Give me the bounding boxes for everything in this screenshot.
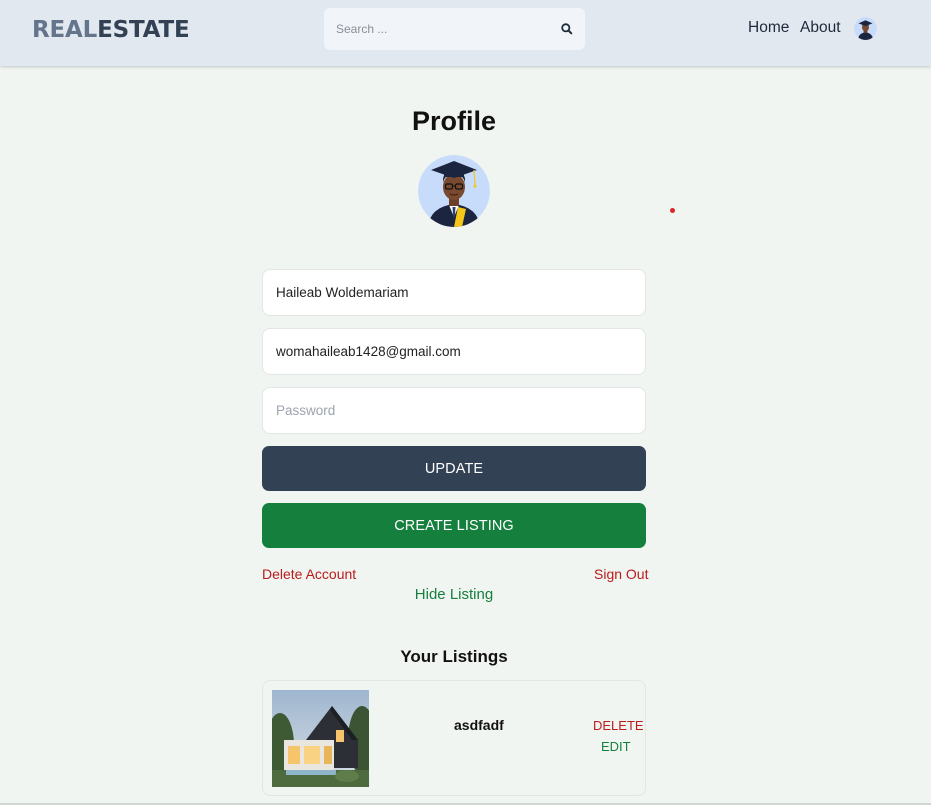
listings-title: Your Listings [400, 647, 508, 666]
listing-edit-button[interactable]: EDIT [601, 739, 631, 754]
logo-part-estate: ESTATE [97, 17, 190, 43]
search-bar [324, 8, 585, 50]
hide-listing-link[interactable]: Hide Listing [0, 586, 908, 603]
status-dot [670, 208, 675, 213]
header: REALESTATE Home About [0, 0, 931, 66]
username-field[interactable] [262, 269, 646, 316]
page-title: Profile [411, 106, 497, 136]
nav-about-link[interactable]: About [800, 19, 841, 37]
logo[interactable]: REALESTATE [32, 17, 190, 43]
profile-avatar[interactable] [418, 155, 490, 227]
password-field[interactable] [262, 387, 646, 434]
update-button[interactable]: UPDATE [262, 446, 646, 491]
listing-thumbnail[interactable] [272, 690, 369, 787]
search-input[interactable] [324, 8, 549, 50]
listing-item: asdfadf DELETE EDIT [262, 680, 646, 796]
email-field[interactable] [262, 328, 646, 375]
sign-out-link[interactable]: Sign Out [594, 566, 648, 582]
delete-account-link[interactable]: Delete Account [262, 566, 356, 582]
logo-part-real: REAL [32, 17, 98, 43]
listing-delete-button[interactable]: DELETE [593, 718, 644, 733]
nav-home-link[interactable]: Home [748, 19, 789, 37]
listing-name[interactable]: asdfadf [454, 717, 504, 733]
profile-avatar-icon[interactable] [854, 17, 877, 40]
search-icon[interactable] [560, 22, 574, 36]
create-listing-button[interactable]: CREATE LISTING [262, 503, 646, 548]
